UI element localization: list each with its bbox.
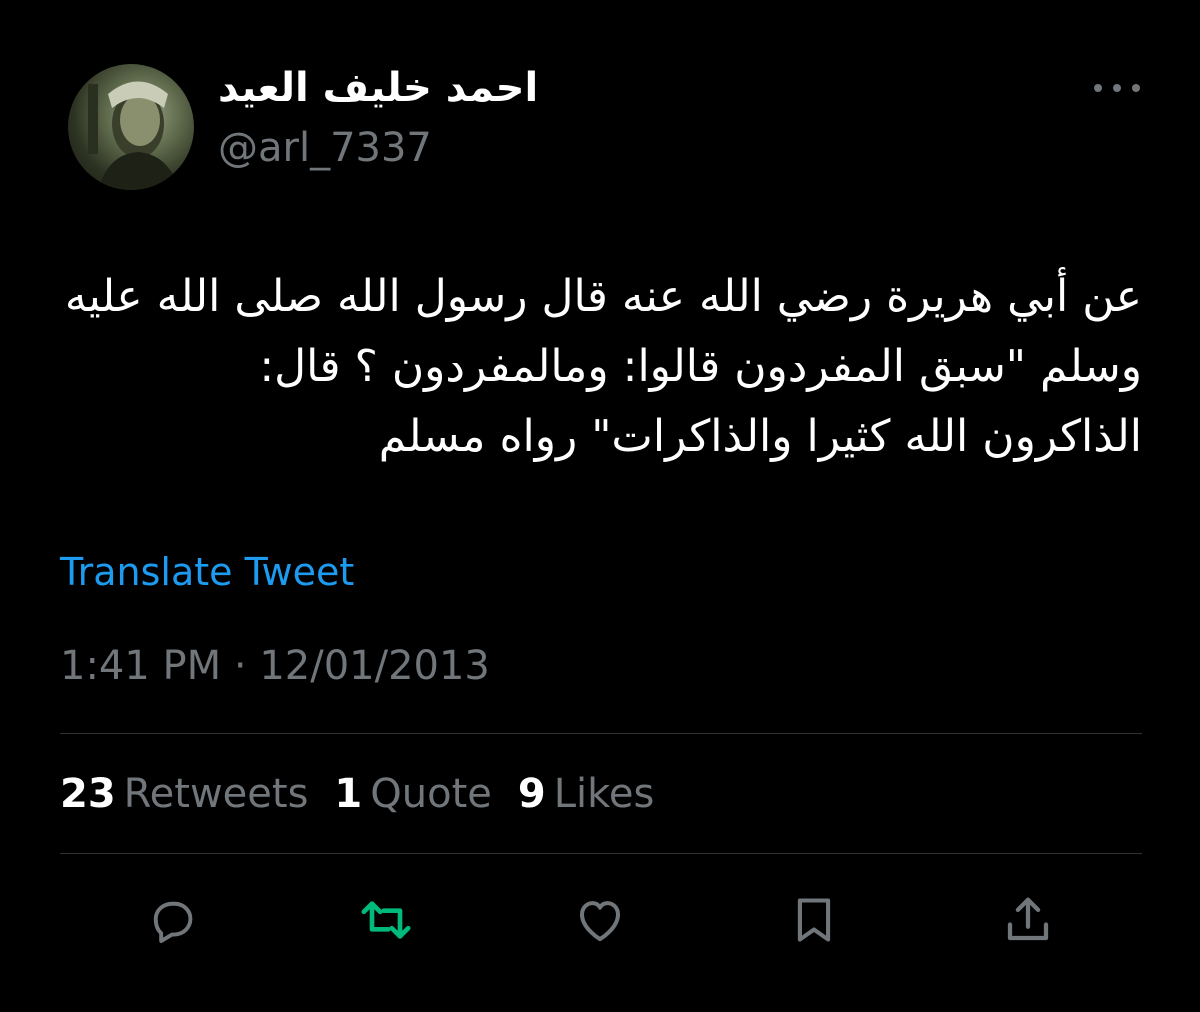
divider <box>60 733 1142 734</box>
retweets-label: Retweets <box>123 771 309 817</box>
tweet-text: عن أبي هريرة رضي الله عنه قال رسول الله … <box>52 262 1142 472</box>
avatar[interactable] <box>68 64 194 190</box>
share-icon <box>1007 897 1049 941</box>
likes-count: 9 <box>517 771 546 817</box>
retweet-button[interactable] <box>356 890 416 950</box>
quotes-label: Quote <box>370 771 492 817</box>
more-dot <box>1094 84 1102 92</box>
tweet-line: عن أبي هريرة رضي الله عنه قال رسول الله … <box>64 271 1142 322</box>
user-handle[interactable]: @arl_7337 <box>218 122 432 174</box>
quotes-stat[interactable]: 1 Quote <box>334 768 491 820</box>
translate-tweet-link[interactable]: Translate Tweet <box>60 547 354 597</box>
tweet-timestamp[interactable]: 1:41 PM · 12/01/2013 <box>60 640 490 692</box>
more-dot <box>1132 84 1140 92</box>
more-options-icon[interactable] <box>1094 76 1140 100</box>
retweets-count: 23 <box>60 771 116 817</box>
reply-icon <box>153 901 193 943</box>
retweets-stat[interactable]: 23 Retweets <box>60 768 308 820</box>
like-button[interactable] <box>570 890 630 950</box>
tweet-line: الذاكرون الله كثيرا والذاكرات" رواه مسلم <box>378 411 1142 462</box>
quotes-count: 1 <box>334 771 363 817</box>
tweet-line: وسلم "سبق المفردون قالوا: ومالمفردون ؟ ق… <box>259 341 1142 392</box>
likes-label: Likes <box>553 771 655 817</box>
engagement-stats: 23 Retweets 1 Quote 9 Likes <box>60 768 680 820</box>
bookmark-button[interactable] <box>784 890 844 950</box>
likes-stat[interactable]: 9 Likes <box>518 768 654 820</box>
reply-button[interactable] <box>142 890 202 950</box>
share-button[interactable] <box>998 890 1058 950</box>
divider <box>60 853 1142 854</box>
like-icon <box>579 901 621 942</box>
display-name[interactable]: احمد خليف العيد <box>218 62 538 114</box>
retweet-icon <box>361 901 411 939</box>
more-dot <box>1113 84 1121 92</box>
bookmark-icon <box>797 898 831 942</box>
profile-photo-icon <box>88 81 180 190</box>
